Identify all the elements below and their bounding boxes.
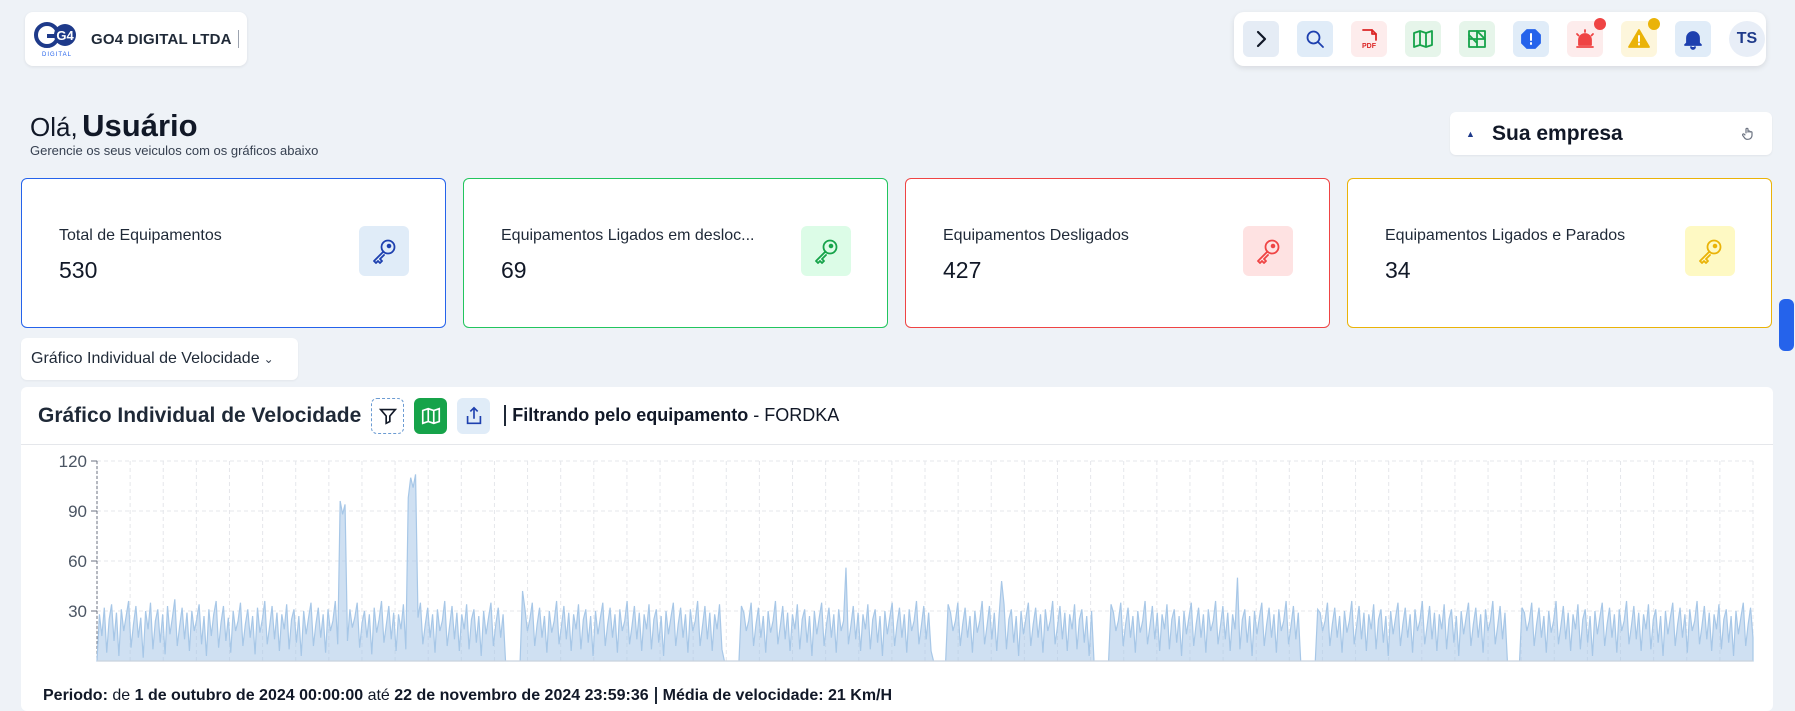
stat-card-icon-box bbox=[1243, 226, 1293, 276]
pdf-icon: PDF bbox=[1362, 29, 1377, 50]
stat-card-title: Total de Equipamentos bbox=[59, 227, 222, 244]
stat-card[interactable]: Equipamentos Desligados 427 bbox=[905, 178, 1330, 328]
key-icon bbox=[1257, 239, 1280, 264]
alert-octagon-icon bbox=[1521, 29, 1541, 49]
top-toolbar: PDF TS bbox=[1234, 12, 1766, 66]
filter-button[interactable] bbox=[371, 397, 405, 434]
stat-card-icon-box bbox=[359, 226, 409, 276]
period-from: de bbox=[112, 687, 131, 704]
greeting: Olá, Usuário bbox=[30, 108, 198, 144]
speed-chart-panel: Gráfico Individual de Velocidade Filtran… bbox=[21, 387, 1773, 711]
logo-text: G4 bbox=[56, 28, 74, 43]
export-button[interactable] bbox=[457, 397, 491, 434]
caret-up-icon: ▲ bbox=[1466, 128, 1475, 139]
company-select[interactable]: ▲ Sua empresa bbox=[1450, 112, 1772, 155]
panel-title: Gráfico Individual de Velocidade bbox=[38, 403, 362, 427]
siren-icon bbox=[1576, 29, 1594, 48]
stat-card-value: 34 bbox=[1385, 257, 1411, 283]
stat-card-title: Equipamentos Desligados bbox=[943, 227, 1129, 244]
scrollbar-thumb[interactable] bbox=[1779, 299, 1794, 351]
y-tick-label: 90 bbox=[68, 502, 87, 521]
brand-logo[interactable]: G4 DIGITAL GO4 DIGITAL LTDA bbox=[25, 12, 247, 66]
divider bbox=[654, 687, 657, 704]
average-speed: Média de velocidade: 21 Km/H bbox=[662, 687, 893, 704]
chart-type-select[interactable]: Gráfico Individual de Velocidade ⌄ bbox=[21, 338, 298, 380]
period-to: até bbox=[367, 687, 390, 704]
map-icon bbox=[1413, 30, 1433, 48]
company-name: GO4 DIGITAL LTDA bbox=[91, 30, 232, 48]
pointer-hand-icon bbox=[1741, 127, 1753, 140]
map-button[interactable] bbox=[414, 397, 448, 434]
warning-button[interactable] bbox=[1621, 18, 1660, 57]
filter-status: Filtrando pelo equipamento - FORDKA bbox=[504, 405, 839, 426]
company-select-label: Sua empresa bbox=[1492, 121, 1623, 145]
filter-value: FORDKA bbox=[764, 405, 840, 425]
siren-button[interactable] bbox=[1567, 18, 1606, 57]
greeting-subtitle: Gerencie os seus veiculos com os gráfico… bbox=[30, 143, 319, 158]
logo-mark: G4 DIGITAL bbox=[33, 19, 81, 59]
chart-type-select-label: Gráfico Individual de Velocidade bbox=[31, 350, 260, 367]
bell-button[interactable] bbox=[1675, 21, 1711, 57]
stat-card-value: 530 bbox=[59, 257, 98, 283]
bell-icon bbox=[1684, 31, 1702, 50]
expand-button[interactable] bbox=[1243, 21, 1279, 57]
speed-chart: 120 90 60 30 bbox=[59, 452, 1754, 662]
y-tick-label: 60 bbox=[68, 552, 87, 571]
svg-text:PDF: PDF bbox=[1362, 43, 1377, 50]
stat-card-title: Equipamentos Ligados e Parados bbox=[1385, 227, 1626, 244]
period-start: 1 de outubro de 2024 00:00:00 bbox=[134, 687, 364, 704]
stat-card-icon-box bbox=[1685, 226, 1735, 276]
map-button[interactable] bbox=[1405, 21, 1441, 57]
filter-icon bbox=[378, 408, 397, 425]
search-icon bbox=[1306, 30, 1324, 48]
warning-icon bbox=[1628, 29, 1650, 48]
greeting-user: Usuário bbox=[82, 108, 198, 143]
map-icon bbox=[421, 407, 440, 424]
filter-label: Filtrando pelo equipamento bbox=[512, 405, 749, 425]
search-button[interactable] bbox=[1297, 21, 1333, 57]
divider bbox=[237, 30, 239, 48]
grid-map-icon bbox=[1468, 30, 1486, 48]
key-icon bbox=[815, 239, 838, 264]
y-tick-label: 120 bbox=[59, 452, 87, 471]
grid-map-button[interactable] bbox=[1459, 21, 1495, 57]
notification-dot bbox=[1594, 18, 1606, 30]
period-end: 22 de novembro de 2024 23:59:36 bbox=[394, 687, 649, 704]
logo-sub: DIGITAL bbox=[42, 52, 72, 58]
notification-dot bbox=[1648, 18, 1660, 30]
key-icon bbox=[1699, 239, 1722, 264]
chevron-down-icon: ⌄ bbox=[263, 352, 274, 366]
alert-octagon-button[interactable] bbox=[1513, 21, 1549, 57]
user-avatar[interactable]: TS bbox=[1729, 21, 1765, 57]
stat-card[interactable]: Total de Equipamentos 530 bbox=[21, 178, 446, 328]
stat-card-value: 69 bbox=[501, 257, 527, 283]
stat-card-title: Equipamentos Ligados em desloc... bbox=[501, 227, 755, 244]
stat-card-value: 427 bbox=[943, 257, 982, 283]
chart-footer: Periodo: de 1 de outubro de 2024 00:00:0… bbox=[43, 687, 892, 705]
expand-icon bbox=[1256, 30, 1267, 48]
y-tick-label: 30 bbox=[68, 602, 87, 621]
stat-card[interactable]: Equipamentos Ligados em desloc... 69 bbox=[463, 178, 888, 328]
panel-header: Gráfico Individual de Velocidade Filtran… bbox=[21, 387, 1773, 445]
greeting-hello: Olá, bbox=[30, 112, 78, 142]
pdf-button[interactable]: PDF bbox=[1351, 21, 1387, 57]
filter-separator: - bbox=[748, 405, 765, 425]
stat-card-icon-box bbox=[801, 226, 851, 276]
key-icon bbox=[373, 239, 396, 264]
stat-card[interactable]: Equipamentos Ligados e Parados 34 bbox=[1347, 178, 1772, 328]
period-label: Periodo: bbox=[43, 687, 108, 704]
page-scrollbar[interactable] bbox=[1778, 75, 1795, 711]
share-icon bbox=[466, 406, 482, 424]
